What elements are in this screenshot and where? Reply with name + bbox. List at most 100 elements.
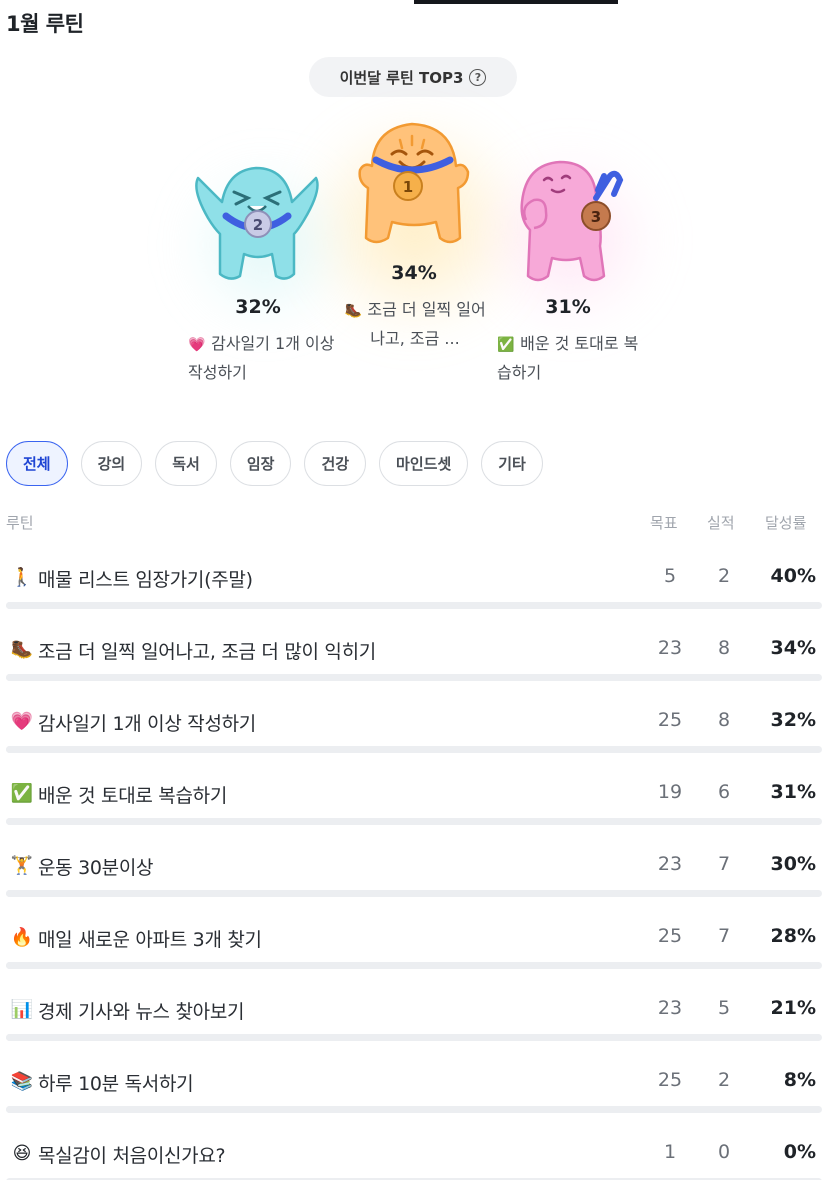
routine-goal: 23 [657, 637, 683, 659]
routine-done: 8 [717, 709, 731, 731]
routine-goal: 25 [657, 1069, 683, 1091]
routine-progress-bar [6, 890, 822, 897]
table-row[interactable]: 🏋 운동 30분이상 23 7 30% [6, 836, 822, 908]
rank3-label-text: 배운 것 토대로 복습하기 [497, 334, 639, 382]
routine-name: 매일 새로운 아파트 3개 찾기 [38, 929, 262, 951]
rank2-percent: 32% [235, 296, 281, 318]
routine-progress-fill [6, 746, 268, 753]
table-header: 루틴 목표 실적 달성률 [6, 512, 818, 534]
routine-progress-bar [6, 602, 822, 609]
rank2-character-illustration: 2 [195, 166, 319, 280]
header-goal: 목표 [650, 514, 678, 532]
rank3-character-illustration: 3 [520, 160, 624, 282]
header-rate: 달성률 [765, 514, 807, 532]
routine-goal: 25 [657, 925, 683, 947]
routine-name: 조금 더 일찍 일어나고, 조금 더 많이 익히기 [38, 641, 376, 663]
routine-progress-fill [6, 1106, 72, 1113]
boot-icon: 🥾 [10, 639, 34, 660]
routine-progress-fill [6, 890, 251, 897]
rank3-label: ✅ 배운 것 토대로 복습하기 [497, 330, 647, 386]
routine-done: 0 [717, 1141, 731, 1163]
svg-text:1: 1 [403, 178, 413, 196]
routine-progress-bar [6, 1034, 822, 1041]
routine-rate: 32% [770, 709, 816, 731]
page-title: 1월 루틴 [6, 12, 84, 36]
routine-rate: 30% [770, 853, 816, 875]
table-row[interactable]: 📚 하루 10분 독서하기 25 2 8% [6, 1052, 822, 1124]
rank3-percent: 31% [545, 296, 591, 318]
routine-rate: 0% [783, 1141, 816, 1163]
bar-chart-icon: 📊 [10, 999, 34, 1020]
rank1-percent: 34% [391, 262, 437, 284]
routine-name: 하루 10분 독서하기 [38, 1073, 194, 1095]
routine-progress-bar [6, 1106, 822, 1113]
walking-person-icon: 🚶 [10, 567, 34, 588]
rank1-character-illustration: 1 [358, 122, 470, 244]
heart-icon: 💗 [10, 711, 34, 732]
routine-goal: 25 [657, 709, 683, 731]
routine-rate: 21% [770, 997, 816, 1019]
tab-all[interactable]: 전체 [6, 441, 68, 486]
routine-done: 2 [717, 565, 731, 587]
svg-text:2: 2 [253, 216, 263, 234]
top-scroll-indicator [414, 0, 618, 4]
rank1-label-text: 조금 더 일찍 일어나고, 조금 ... [367, 300, 486, 348]
weightlifting-icon: 🏋 [10, 855, 34, 876]
routine-progress-bar [6, 746, 822, 753]
routine-progress-bar [6, 674, 822, 681]
routine-rate: 34% [770, 637, 816, 659]
routine-name: 배운 것 토대로 복습하기 [38, 785, 228, 807]
routine-done: 6 [717, 781, 731, 803]
routine-progress-fill [6, 674, 284, 681]
rank2-label-text: 감사일기 1개 이상 작성하기 [188, 334, 335, 382]
routine-goal: 23 [657, 997, 683, 1019]
rank2-label: 💗 감사일기 1개 이상 작성하기 [188, 330, 338, 386]
books-icon: 📚 [10, 1071, 34, 1092]
tab-etc[interactable]: 기타 [481, 441, 543, 486]
routine-rate: 31% [770, 781, 816, 803]
routine-name: 경제 기사와 뉴스 찾아보기 [38, 1001, 245, 1023]
table-row[interactable]: 😆 목실감이 처음이신가요? 1 0 0% [6, 1124, 822, 1180]
routine-done: 7 [717, 853, 731, 875]
tab-mindset[interactable]: 마인드셋 [379, 441, 469, 486]
routine-progress-fill [6, 602, 333, 609]
table-row[interactable]: 🔥 매일 새로운 아파트 3개 찾기 25 7 28% [6, 908, 822, 980]
routine-goal: 19 [657, 781, 683, 803]
laughing-face-icon: 😆 [12, 1143, 32, 1164]
routine-list: 🚶 매물 리스트 임장가기(주말) 5 2 40% 🥾 조금 더 일찍 일어나고, 조금 더… [6, 548, 822, 1180]
routine-done: 7 [717, 925, 731, 947]
routine-done: 2 [717, 1069, 731, 1091]
top3-header[interactable]: 이번달 루틴 TOP3 ? [309, 57, 517, 97]
header-done: 실적 [707, 514, 735, 532]
routine-goal: 23 [657, 853, 683, 875]
svg-text:3: 3 [591, 208, 601, 226]
tab-reading[interactable]: 독서 [155, 441, 217, 486]
routine-name: 매물 리스트 임장가기(주말) [38, 569, 253, 591]
table-row[interactable]: ✅ 배운 것 토대로 복습하기 19 6 31% [6, 764, 822, 836]
routine-goal: 1 [663, 1141, 677, 1163]
check-box-icon: ✅ [497, 337, 515, 353]
table-row[interactable]: 🚶 매물 리스트 임장가기(주말) 5 2 40% [6, 548, 822, 620]
routine-name: 운동 30분이상 [38, 857, 154, 879]
rank1-label: 🥾 조금 더 일찍 일어나고, 조금 ... [340, 296, 490, 352]
tab-site-visit[interactable]: 임장 [229, 441, 292, 486]
category-tabs: 전체 강의 독서 임장 건강 마인드셋 기타 [6, 441, 543, 486]
top3-label: 이번달 루틴 TOP3 [339, 68, 464, 87]
routine-progress-fill [6, 962, 235, 969]
table-row[interactable]: 🥾 조금 더 일찍 일어나고, 조금 더 많이 익히기 23 8 34% [6, 620, 822, 692]
routine-progress-fill [6, 1034, 178, 1041]
question-circle-icon[interactable]: ? [469, 68, 487, 86]
check-box-icon: ✅ [10, 783, 34, 804]
routine-done: 5 [717, 997, 731, 1019]
tab-health[interactable]: 건강 [304, 441, 367, 486]
table-row[interactable]: 💗 감사일기 1개 이상 작성하기 25 8 32% [6, 692, 822, 764]
routine-progress-fill [6, 818, 259, 825]
tab-lecture[interactable]: 강의 [80, 441, 143, 486]
routine-rate: 28% [770, 925, 816, 947]
routine-rate: 8% [783, 1069, 816, 1091]
routine-goal: 5 [663, 565, 677, 587]
routine-progress-bar [6, 818, 822, 825]
fire-icon: 🔥 [10, 927, 34, 948]
table-row[interactable]: 📊 경제 기사와 뉴스 찾아보기 23 5 21% [6, 980, 822, 1052]
boot-icon: 🥾 [344, 303, 363, 319]
